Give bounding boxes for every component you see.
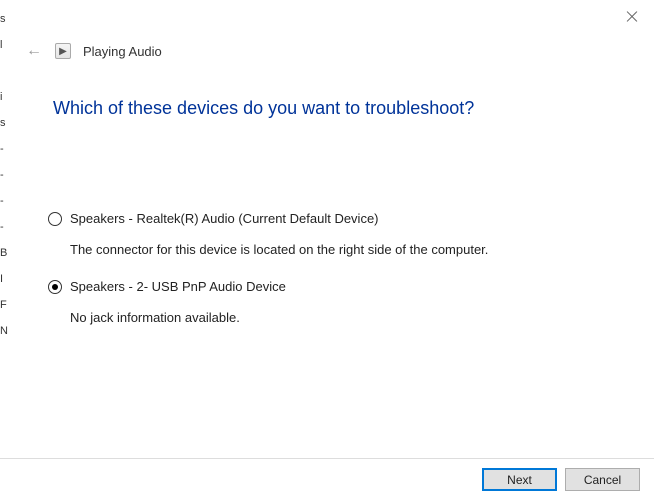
radio-selected-icon xyxy=(52,284,58,290)
background-window-fragments: sl is----BIFN xyxy=(0,0,8,500)
device-description: The connector for this device is located… xyxy=(70,242,614,257)
radio-icon[interactable] xyxy=(48,212,62,226)
close-icon[interactable] xyxy=(625,10,639,24)
device-label: Speakers - 2- USB PnP Audio Device xyxy=(70,279,286,294)
device-list: Speakers - Realtek(R) Audio (Current Def… xyxy=(48,211,654,325)
header: ← ▶ Playing Audio xyxy=(0,0,654,60)
device-option-usb-pnp[interactable]: Speakers - 2- USB PnP Audio Device xyxy=(48,279,614,294)
device-description: No jack information available. xyxy=(70,310,614,325)
cancel-button[interactable]: Cancel xyxy=(565,468,640,491)
next-button[interactable]: Next xyxy=(482,468,557,491)
radio-icon[interactable] xyxy=(48,280,62,294)
device-option-realtek[interactable]: Speakers - Realtek(R) Audio (Current Def… xyxy=(48,211,614,226)
header-title: Playing Audio xyxy=(83,44,162,59)
page-heading: Which of these devices do you want to tr… xyxy=(53,98,654,119)
device-label: Speakers - Realtek(R) Audio (Current Def… xyxy=(70,211,379,226)
playing-audio-icon: ▶ xyxy=(55,43,71,59)
footer: Next Cancel xyxy=(0,458,654,500)
back-arrow-icon[interactable]: ← xyxy=(25,42,43,60)
